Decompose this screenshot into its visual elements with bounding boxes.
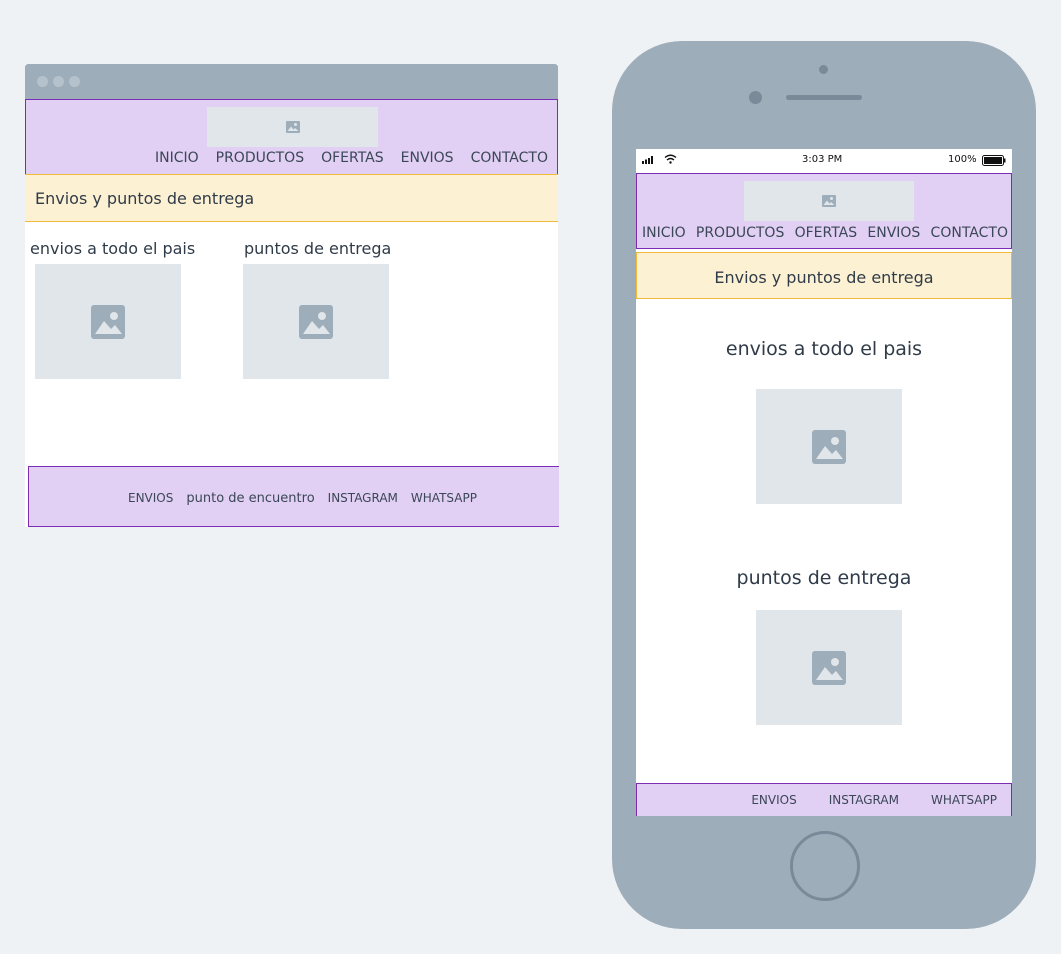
- phone-sensor: [819, 65, 828, 74]
- desktop-footer: ENVIOS punto de encuentro INSTAGRAM WHAT…: [28, 466, 559, 527]
- section-title-envios: envios a todo el pais: [30, 239, 196, 258]
- battery-icon: [982, 155, 1006, 166]
- image-placeholder-icon: [812, 429, 846, 464]
- footer-nav: ENVIOS punto de encuentro INSTAGRAM WHAT…: [128, 491, 477, 506]
- mobile-header: INICIO PRODUCTOS OFERTAS ENVIOS CONTACTO: [636, 173, 1012, 249]
- nav-productos[interactable]: PRODUCTOS: [696, 225, 784, 241]
- phone-speaker: [786, 95, 862, 100]
- nav-inicio[interactable]: INICIO: [155, 150, 199, 166]
- mobile-footer: ENVIOS INSTAGRAM WHATSAPP: [636, 783, 1012, 816]
- section-title-puntos: puntos de entrega: [736, 567, 912, 589]
- nav-contacto[interactable]: CONTACTO: [471, 150, 548, 166]
- footer-link-whatsapp[interactable]: WHATSAPP: [411, 491, 477, 505]
- nav-ofertas[interactable]: OFERTAS: [795, 225, 858, 241]
- banner-title: Envios y puntos de entrega: [35, 189, 255, 208]
- phone-screen: 3:03 PM 100% INICIO PRODUCTOS OFERTAS EN…: [636, 149, 1012, 816]
- window-dot: [53, 76, 64, 87]
- home-button[interactable]: [790, 831, 860, 901]
- desktop-header: INICIO PRODUCTOS OFERTAS ENVIOS CONTACTO: [25, 99, 558, 175]
- envios-image: [35, 264, 181, 379]
- footer-link-whatsapp[interactable]: WHATSAPP: [931, 793, 997, 807]
- nav-envios[interactable]: ENVIOS: [401, 150, 454, 166]
- phone-frame: 3:03 PM 100% INICIO PRODUCTOS OFERTAS EN…: [612, 41, 1036, 929]
- puntos-image: [756, 610, 902, 725]
- phone-camera: [749, 91, 762, 104]
- image-placeholder-icon: [812, 650, 846, 685]
- window-dot: [37, 76, 48, 87]
- nav-productos[interactable]: PRODUCTOS: [216, 150, 304, 166]
- mobile-banner: Envios y puntos de entrega: [636, 252, 1012, 299]
- desktop-browser-frame: INICIO PRODUCTOS OFERTAS ENVIOS CONTACTO…: [25, 64, 559, 527]
- footer-link-instagram[interactable]: INSTAGRAM: [829, 793, 899, 807]
- banner-title: Envios y puntos de entrega: [714, 268, 934, 287]
- image-placeholder-icon: [299, 304, 333, 339]
- image-placeholder-icon: [285, 121, 300, 133]
- battery-percentage: 100%: [948, 154, 977, 165]
- nav-inicio[interactable]: INICIO: [642, 225, 686, 241]
- puntos-image: [243, 264, 389, 379]
- nav-envios[interactable]: ENVIOS: [867, 225, 920, 241]
- footer-link-envios[interactable]: ENVIOS: [128, 491, 173, 505]
- logo-placeholder: [744, 181, 914, 221]
- envios-image: [756, 389, 902, 504]
- status-time: 3:03 PM: [802, 154, 843, 165]
- window-dot: [69, 76, 80, 87]
- browser-title-bar: [25, 64, 558, 99]
- logo-placeholder: [207, 107, 378, 147]
- nav-ofertas[interactable]: OFERTAS: [321, 150, 384, 166]
- section-title-envios: envios a todo el pais: [725, 338, 923, 360]
- mobile-nav: INICIO PRODUCTOS OFERTAS ENVIOS CONTACTO: [642, 225, 1008, 241]
- signal-icon: [642, 156, 653, 164]
- section-title-puntos: puntos de entrega: [244, 239, 392, 258]
- image-placeholder-icon: [91, 304, 125, 339]
- footer-link-punto-encuentro[interactable]: punto de encuentro: [186, 491, 314, 506]
- desktop-nav: INICIO PRODUCTOS OFERTAS ENVIOS CONTACTO: [155, 150, 548, 166]
- image-placeholder-icon: [822, 195, 836, 207]
- status-bar: 3:03 PM 100%: [636, 149, 1012, 173]
- footer-link-envios[interactable]: ENVIOS: [751, 793, 796, 807]
- footer-nav: ENVIOS INSTAGRAM WHATSAPP: [751, 793, 997, 807]
- wifi-icon: [664, 154, 677, 164]
- nav-contacto[interactable]: CONTACTO: [931, 225, 1008, 241]
- desktop-banner: Envios y puntos de entrega: [25, 174, 558, 222]
- footer-link-instagram[interactable]: INSTAGRAM: [328, 491, 398, 505]
